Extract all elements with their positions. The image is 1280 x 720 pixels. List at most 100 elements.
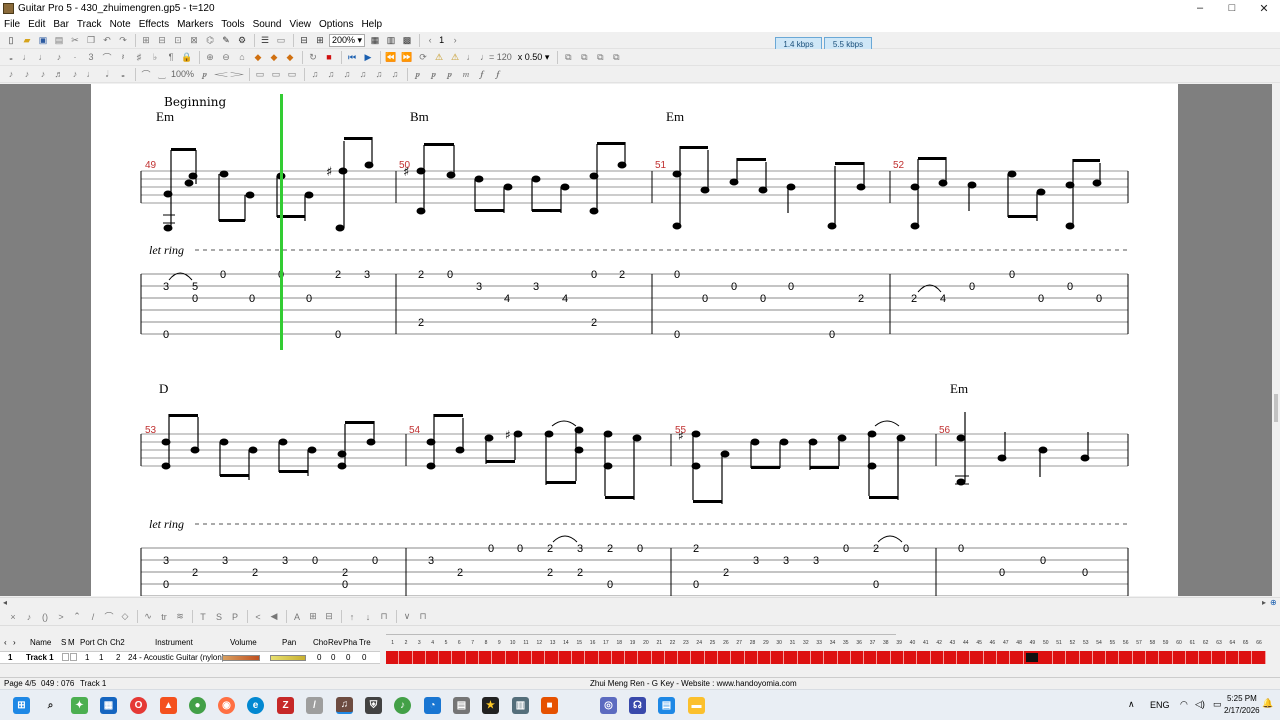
brave-icon[interactable]: ▲: [160, 697, 177, 714]
prev-bar-icon[interactable]: ⏪: [384, 50, 398, 64]
note-whole-icon[interactable]: 𝅝: [4, 50, 18, 64]
save-icon[interactable]: ▣: [36, 33, 50, 47]
menu-track[interactable]: Track: [77, 19, 102, 30]
menu-view[interactable]: View: [289, 19, 311, 30]
slap-icon[interactable]: S: [212, 610, 226, 624]
chorus-value[interactable]: 0: [317, 653, 321, 662]
scroll-thumb[interactable]: [1274, 394, 1278, 422]
timeline-bar-cell[interactable]: [452, 651, 466, 664]
dynamics-pp-icon[interactable]: 𝆏: [427, 67, 441, 81]
timeline-bar-cell[interactable]: [1132, 651, 1147, 664]
timeline-bar-cell[interactable]: [1023, 651, 1040, 664]
edge-icon[interactable]: e: [247, 697, 264, 714]
countdown-icon[interactable]: ⚠: [448, 50, 462, 64]
app-gray-icon[interactable]: ▤: [453, 697, 470, 714]
mute-checkbox[interactable]: [70, 653, 77, 661]
multitrack-icon[interactable]: ⊠: [187, 33, 201, 47]
tie-note-icon[interactable]: ⌒: [139, 67, 153, 81]
timeline-bar-cell[interactable]: [1092, 651, 1107, 664]
sharp-icon[interactable]: ♯: [132, 50, 146, 64]
timeline-bar-cell[interactable]: [412, 651, 426, 664]
track-remove-icon[interactable]: ⊖: [219, 50, 233, 64]
chord-diagram-icon[interactable]: ▥: [384, 33, 398, 47]
chrome-icon[interactable]: ●: [189, 697, 206, 714]
reverb-value[interactable]: 0: [331, 653, 335, 662]
zoom-out-icon[interactable]: ⊟: [297, 33, 311, 47]
playback-cursor[interactable]: [280, 94, 283, 350]
prev-page-icon[interactable]: ‹: [423, 33, 437, 47]
timeline-bar-cell[interactable]: [996, 651, 1011, 664]
app-orange-icon[interactable]: ■: [541, 697, 558, 714]
dynamics-icon[interactable]: 𝆏: [198, 67, 212, 81]
app-indigo-icon[interactable]: ◎: [600, 697, 617, 714]
track-instrument[interactable]: 24 - Acoustic Guitar (nylon): [128, 653, 224, 662]
menu-sound[interactable]: Sound: [253, 19, 282, 30]
clock-time[interactable]: 5:25 PM: [1227, 694, 1257, 703]
cut-icon[interactable]: ✂: [68, 33, 82, 47]
note-64-icon[interactable]: ♪: [20, 67, 34, 81]
timeline-bar-cell[interactable]: [1106, 651, 1120, 664]
timeline-bar-cell[interactable]: [439, 651, 453, 664]
timeline-bar-cell[interactable]: [691, 651, 705, 664]
app-green-icon[interactable]: ♪: [394, 697, 411, 714]
let-ring-icon[interactable]: ⊓: [416, 610, 430, 624]
app-dark-icon[interactable]: ▥: [512, 697, 529, 714]
repeat-icon[interactable]: ⊡: [171, 33, 185, 47]
timeline-bar-cell[interactable]: [784, 651, 798, 664]
loop-icon[interactable]: ↻: [306, 50, 320, 64]
slide-icon[interactable]: /: [86, 610, 100, 624]
track-channel2[interactable]: 2: [116, 653, 120, 662]
accent-note-icon[interactable]: (): [38, 610, 52, 624]
chord-icon[interactable]: ⊞: [306, 610, 320, 624]
menu-effects[interactable]: Effects: [139, 19, 169, 30]
note-4-icon[interactable]: ♩: [84, 67, 98, 81]
timeline-bar-cell[interactable]: [1079, 651, 1093, 664]
tremolo-icon[interactable]: ≋: [173, 610, 187, 624]
insert-bar-icon[interactable]: ⊞: [139, 33, 153, 47]
timeline-bar-cell[interactable]: [877, 651, 891, 664]
next-page-icon[interactable]: ›: [448, 33, 462, 47]
timeline-bar-cell[interactable]: [1185, 651, 1200, 664]
rse-icon[interactable]: ⟳: [416, 50, 430, 64]
timeline-bar-cell[interactable]: [1039, 651, 1054, 664]
volume-slider[interactable]: [222, 655, 260, 661]
timeline-bar-cell[interactable]: [478, 651, 493, 664]
timeline-bar-cell[interactable]: [771, 651, 785, 664]
timeline-bar-cell[interactable]: [930, 651, 944, 664]
opera-icon[interactable]: O: [130, 697, 147, 714]
note-eighth-icon[interactable]: ♪: [52, 50, 66, 64]
timeline-bar-cell[interactable]: [1010, 651, 1024, 664]
track-channel[interactable]: 1: [99, 653, 103, 662]
close-button[interactable]: ✕: [1248, 0, 1280, 16]
file-explorer-icon[interactable]: ▬: [688, 697, 705, 714]
wifi-icon[interactable]: ◠: [1180, 699, 1188, 710]
undo-icon[interactable]: ↶: [100, 33, 114, 47]
tapping-icon[interactable]: T: [196, 610, 210, 624]
settings-icon[interactable]: ⚙: [235, 33, 249, 47]
shield-icon[interactable]: ⛨: [365, 697, 382, 714]
app-blue-icon[interactable]: ◔: [424, 697, 441, 714]
metronome-toggle-icon[interactable]: ⚠: [432, 50, 446, 64]
grace-note-icon[interactable]: ♪: [4, 67, 18, 81]
stem-down-icon[interactable]: ♫: [388, 67, 402, 81]
menu-options[interactable]: Options: [319, 19, 353, 30]
beam-auto-icon[interactable]: ♫: [356, 67, 370, 81]
timeline-bar-cell[interactable]: [731, 651, 745, 664]
voice-select-icon[interactable]: ▭: [285, 67, 299, 81]
fade-icon[interactable]: ⊓: [377, 610, 391, 624]
dynamics-p-icon[interactable]: 𝆏: [443, 67, 457, 81]
track-add-icon[interactable]: ⊕: [203, 50, 217, 64]
menu-bar-menu[interactable]: Bar: [53, 19, 69, 30]
timeline-bar-cell[interactable]: [1066, 651, 1080, 664]
battery-icon[interactable]: ▭: [1213, 699, 1222, 710]
timeline-bars[interactable]: [386, 651, 1266, 664]
timeline-bar-cell[interactable]: [1239, 651, 1253, 664]
score-view[interactable]: Beginning Em Bm Em 49 50 51 52 ♯ ♯ let r…: [0, 84, 1272, 596]
timeline-bar-cell[interactable]: [571, 651, 586, 664]
timeline-bar-cell[interactable]: [1172, 651, 1186, 664]
timeline-bar-cell[interactable]: [425, 651, 440, 664]
note-2-icon[interactable]: 𝅗𝅥: [100, 67, 114, 81]
stem-up-icon[interactable]: ♫: [372, 67, 386, 81]
dynamics-mf-icon[interactable]: 𝆐: [459, 67, 473, 81]
pan-slider[interactable]: [270, 655, 306, 661]
